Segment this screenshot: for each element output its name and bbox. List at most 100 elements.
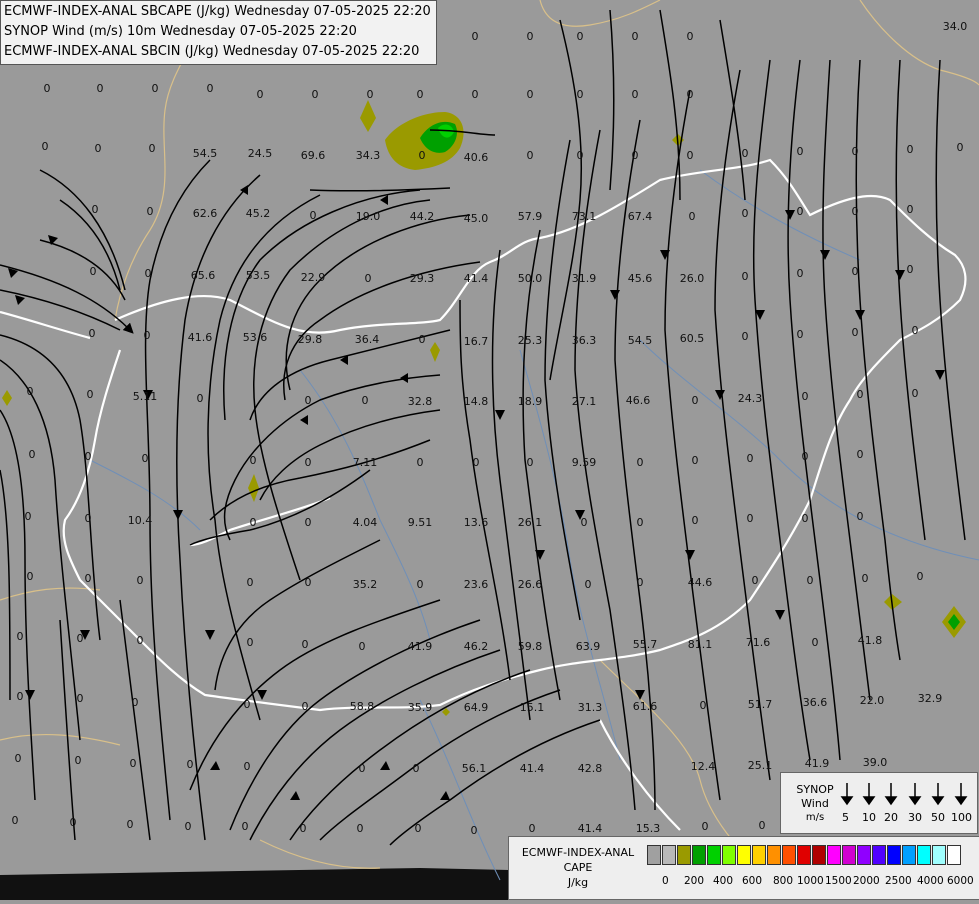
cape-legend: ECMWF-INDEX-ANAL CAPE J/kg 0 200 400 600 800… [508,836,979,900]
cape-value: 57.9 [518,210,543,223]
cape-value: 0 [700,699,707,712]
cape-value: 35.2 [353,578,378,591]
wind-speed-20: 20 [884,811,898,824]
cape-swatch [812,845,826,865]
cape-value: 0 [585,578,592,591]
title-box: ECMWF-INDEX-ANAL SBCAPE (J/kg) Wednesday… [0,0,437,65]
cape-value: 10.4 [128,514,153,527]
cape-value: 46.2 [464,640,489,653]
cape-value: 0 [77,692,84,705]
cape-value: 35.9 [408,701,433,714]
cape-value: 13.6 [464,516,489,529]
cape-value: 0 [415,822,422,835]
cape-value: 0 [747,512,754,525]
cape-value: 44.6 [688,576,713,589]
cape-value: 22.9 [301,271,326,284]
cape-value: 41.4 [520,762,545,775]
cape-value: 56.1 [462,762,487,775]
cape-value: 64.9 [464,701,489,714]
cape-value: 46.6 [626,394,651,407]
cape-value: 0 [577,30,584,43]
cape-tick-label: 4000 [917,875,944,887]
cape-value: 0 [797,145,804,158]
cape-value: 0 [242,820,249,833]
cape-value: 15.1 [520,701,545,714]
cape-value: 41.9 [805,757,830,770]
wind-streamlines [0,9,966,846]
cape-swatch [872,845,886,865]
cape-value: 7.11 [353,456,378,469]
title-sbcin: ECMWF-INDEX-ANAL SBCIN (J/kg) Wednesday … [4,44,420,59]
cape-value: 0 [692,514,699,527]
cape-value: 0 [145,267,152,280]
cape-value: 0 [197,392,204,405]
cape-value: 0 [907,203,914,216]
cape-value: 0 [359,762,366,775]
cape-value: 0 [17,690,24,703]
cape-value: 67.4 [628,210,653,223]
cape-value: 29.8 [298,333,323,346]
cape-value: 0 [692,454,699,467]
cape-value: 0 [797,267,804,280]
cape-swatch [707,845,721,865]
cape-tick-label: 600 [742,875,763,887]
cape-value: 0 [812,636,819,649]
cape-value: 51.7 [748,698,773,711]
cape-value: 0 [419,149,426,162]
cape-value: 0 [85,512,92,525]
cape-value: 0 [130,757,137,770]
cape-value: 0 [692,394,699,407]
cape-value: 19.0 [356,210,381,223]
cape-value: 0 [907,263,914,276]
cape-value: 0 [207,82,214,95]
cape-value: 0 [365,272,372,285]
cape-value: 0 [742,207,749,220]
cape-value: 5.11 [133,390,158,403]
cape-value: 45.2 [246,207,271,220]
cape-value: 0 [797,328,804,341]
cape-tick-label: 400 [713,875,734,887]
cape-value: 0 [17,630,24,643]
cape-swatch [647,845,661,865]
cape-value: 16.7 [464,335,489,348]
cape-value: 0 [632,88,639,101]
cape-value: 25.3 [518,334,543,347]
cape-value: 0 [527,456,534,469]
cape-value: 0 [127,818,134,831]
cape-value: 41.6 [188,331,213,344]
cape-value: 0 [75,754,82,767]
cape-value: 0 [77,632,84,645]
cape-tick-label: 800 [773,875,794,887]
cape-value: 0 [92,203,99,216]
cape-tick-label: 1000 [797,875,824,887]
cape-value: 0 [29,448,36,461]
cape-value-labels: 0 0 0 0 0 0 0 0 0 0 0 0 0 34.0 0 0 0 0 0 0 0 0 0 0 0 0 0 0 0 0 54.5 24.… [12,20,968,837]
cape-value: 73.1 [572,210,597,223]
cape-value: 0 [687,149,694,162]
map-svg: 0 0 0 0 0 0 0 0 0 0 0 0 0 34.0 0 0 0 0 0 0 0 0 0 0 0 0 0 0 0 0 54.5 24.… [0,0,979,900]
cape-swatch [932,845,946,865]
cape-value: 24.5 [248,147,273,160]
cape-value: 59.8 [518,640,543,653]
cape-value: 0 [244,698,251,711]
cape-color-scale [647,845,962,865]
cape-swatch [782,845,796,865]
cape-value: 54.5 [193,147,218,160]
cape-value: 0 [359,640,366,653]
cape-value: 0 [472,88,479,101]
cape-swatch [842,845,856,865]
cape-value: 0 [247,636,254,649]
cape-tick-label: 6000 [947,875,974,887]
cape-value: 0 [632,30,639,43]
cape-value: 61.6 [633,700,658,713]
cape-value: 63.9 [576,640,601,653]
cape-value: 0 [302,638,309,651]
cape-value: 0 [152,82,159,95]
cape-value: 40.6 [464,151,489,164]
cape-value: 0 [527,30,534,43]
cape-value: 0 [852,145,859,158]
title-synop-wind: SYNOP Wind (m/s) 10m Wednesday 07-05-202… [4,24,357,39]
cape-value: 0 [95,142,102,155]
cape-value: 0 [413,762,420,775]
cape-value: 0 [27,570,34,583]
